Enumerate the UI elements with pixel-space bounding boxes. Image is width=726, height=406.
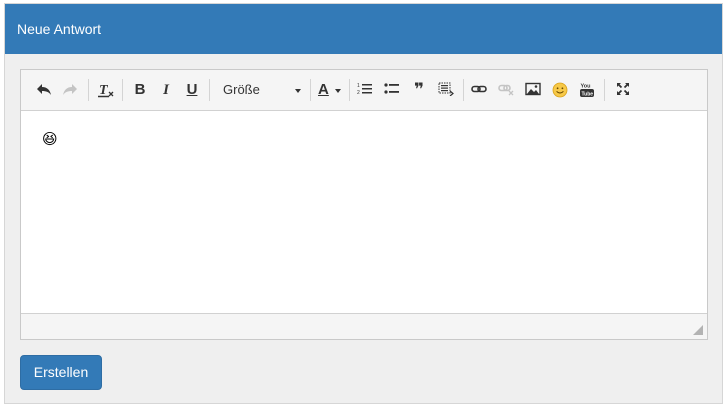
chevron-down-icon: [335, 89, 341, 93]
rich-text-editor: T B I U Größe A 1 2 ❞ You Tube 😆: [20, 69, 708, 340]
fullscreen-button[interactable]: [612, 79, 634, 101]
insert-block-button[interactable]: [435, 79, 457, 101]
editor-statusbar: [21, 313, 707, 339]
toolbar-separator: [604, 79, 605, 101]
panel-title: Neue Antwort: [5, 4, 722, 54]
redo-button[interactable]: [59, 79, 81, 101]
blockquote-button[interactable]: ❞: [408, 79, 430, 101]
youtube-icon: You Tube: [580, 84, 594, 98]
chevron-down-icon: [295, 89, 301, 93]
remove-format-button[interactable]: T: [95, 79, 117, 101]
fullscreen-icon: [617, 83, 629, 95]
redo-icon: [63, 84, 77, 95]
numbered-list-icon: 1 2: [357, 83, 372, 96]
bullet-list-button[interactable]: [381, 79, 403, 101]
editor-content-area[interactable]: 😆: [21, 112, 707, 313]
resize-handle-icon[interactable]: [693, 325, 703, 335]
insert-image-button[interactable]: [522, 79, 544, 101]
italic-button[interactable]: I: [155, 79, 177, 101]
bullet-list-icon: [384, 83, 399, 94]
svg-text:Tube: Tube: [582, 92, 594, 98]
remove-format-icon: T: [98, 83, 114, 98]
submit-button[interactable]: Erstellen: [20, 355, 102, 390]
font-size-dropdown[interactable]: Größe: [215, 79, 309, 101]
laughing-emoji: 😆: [42, 131, 58, 148]
image-icon: [525, 82, 541, 96]
font-size-label: Größe: [223, 82, 260, 97]
remove-link-button: [495, 79, 517, 101]
undo-button[interactable]: [33, 79, 55, 101]
svg-text:1: 1: [357, 83, 360, 89]
insert-block-icon: [438, 82, 454, 96]
bold-button[interactable]: B: [129, 79, 151, 101]
link-icon: [471, 85, 487, 93]
svg-text:You: You: [581, 84, 591, 90]
toolbar-separator: [122, 79, 123, 101]
insert-video-button[interactable]: You Tube: [576, 79, 598, 101]
toolbar-separator: [209, 79, 210, 101]
toolbar-separator: [88, 79, 89, 101]
smiley-icon: [552, 82, 568, 98]
toolbar-separator: [463, 79, 464, 101]
svg-text:2: 2: [357, 90, 360, 96]
editor-toolbar: T B I U Größe A 1 2 ❞ You Tube: [21, 70, 707, 111]
reply-panel: Neue Antwort T B I U Größe A 1 2 ❞ You T…: [4, 3, 723, 404]
toolbar-separator: [349, 79, 350, 101]
numbered-list-button[interactable]: 1 2: [354, 79, 376, 101]
underline-button[interactable]: U: [181, 79, 203, 101]
toolbar-separator: [310, 79, 311, 101]
insert-emoji-button[interactable]: [549, 79, 571, 101]
undo-icon: [37, 84, 51, 95]
font-color-label: A: [318, 81, 329, 98]
insert-link-button[interactable]: [468, 79, 490, 101]
unlink-icon: [498, 84, 514, 96]
font-color-button[interactable]: A: [315, 79, 345, 101]
